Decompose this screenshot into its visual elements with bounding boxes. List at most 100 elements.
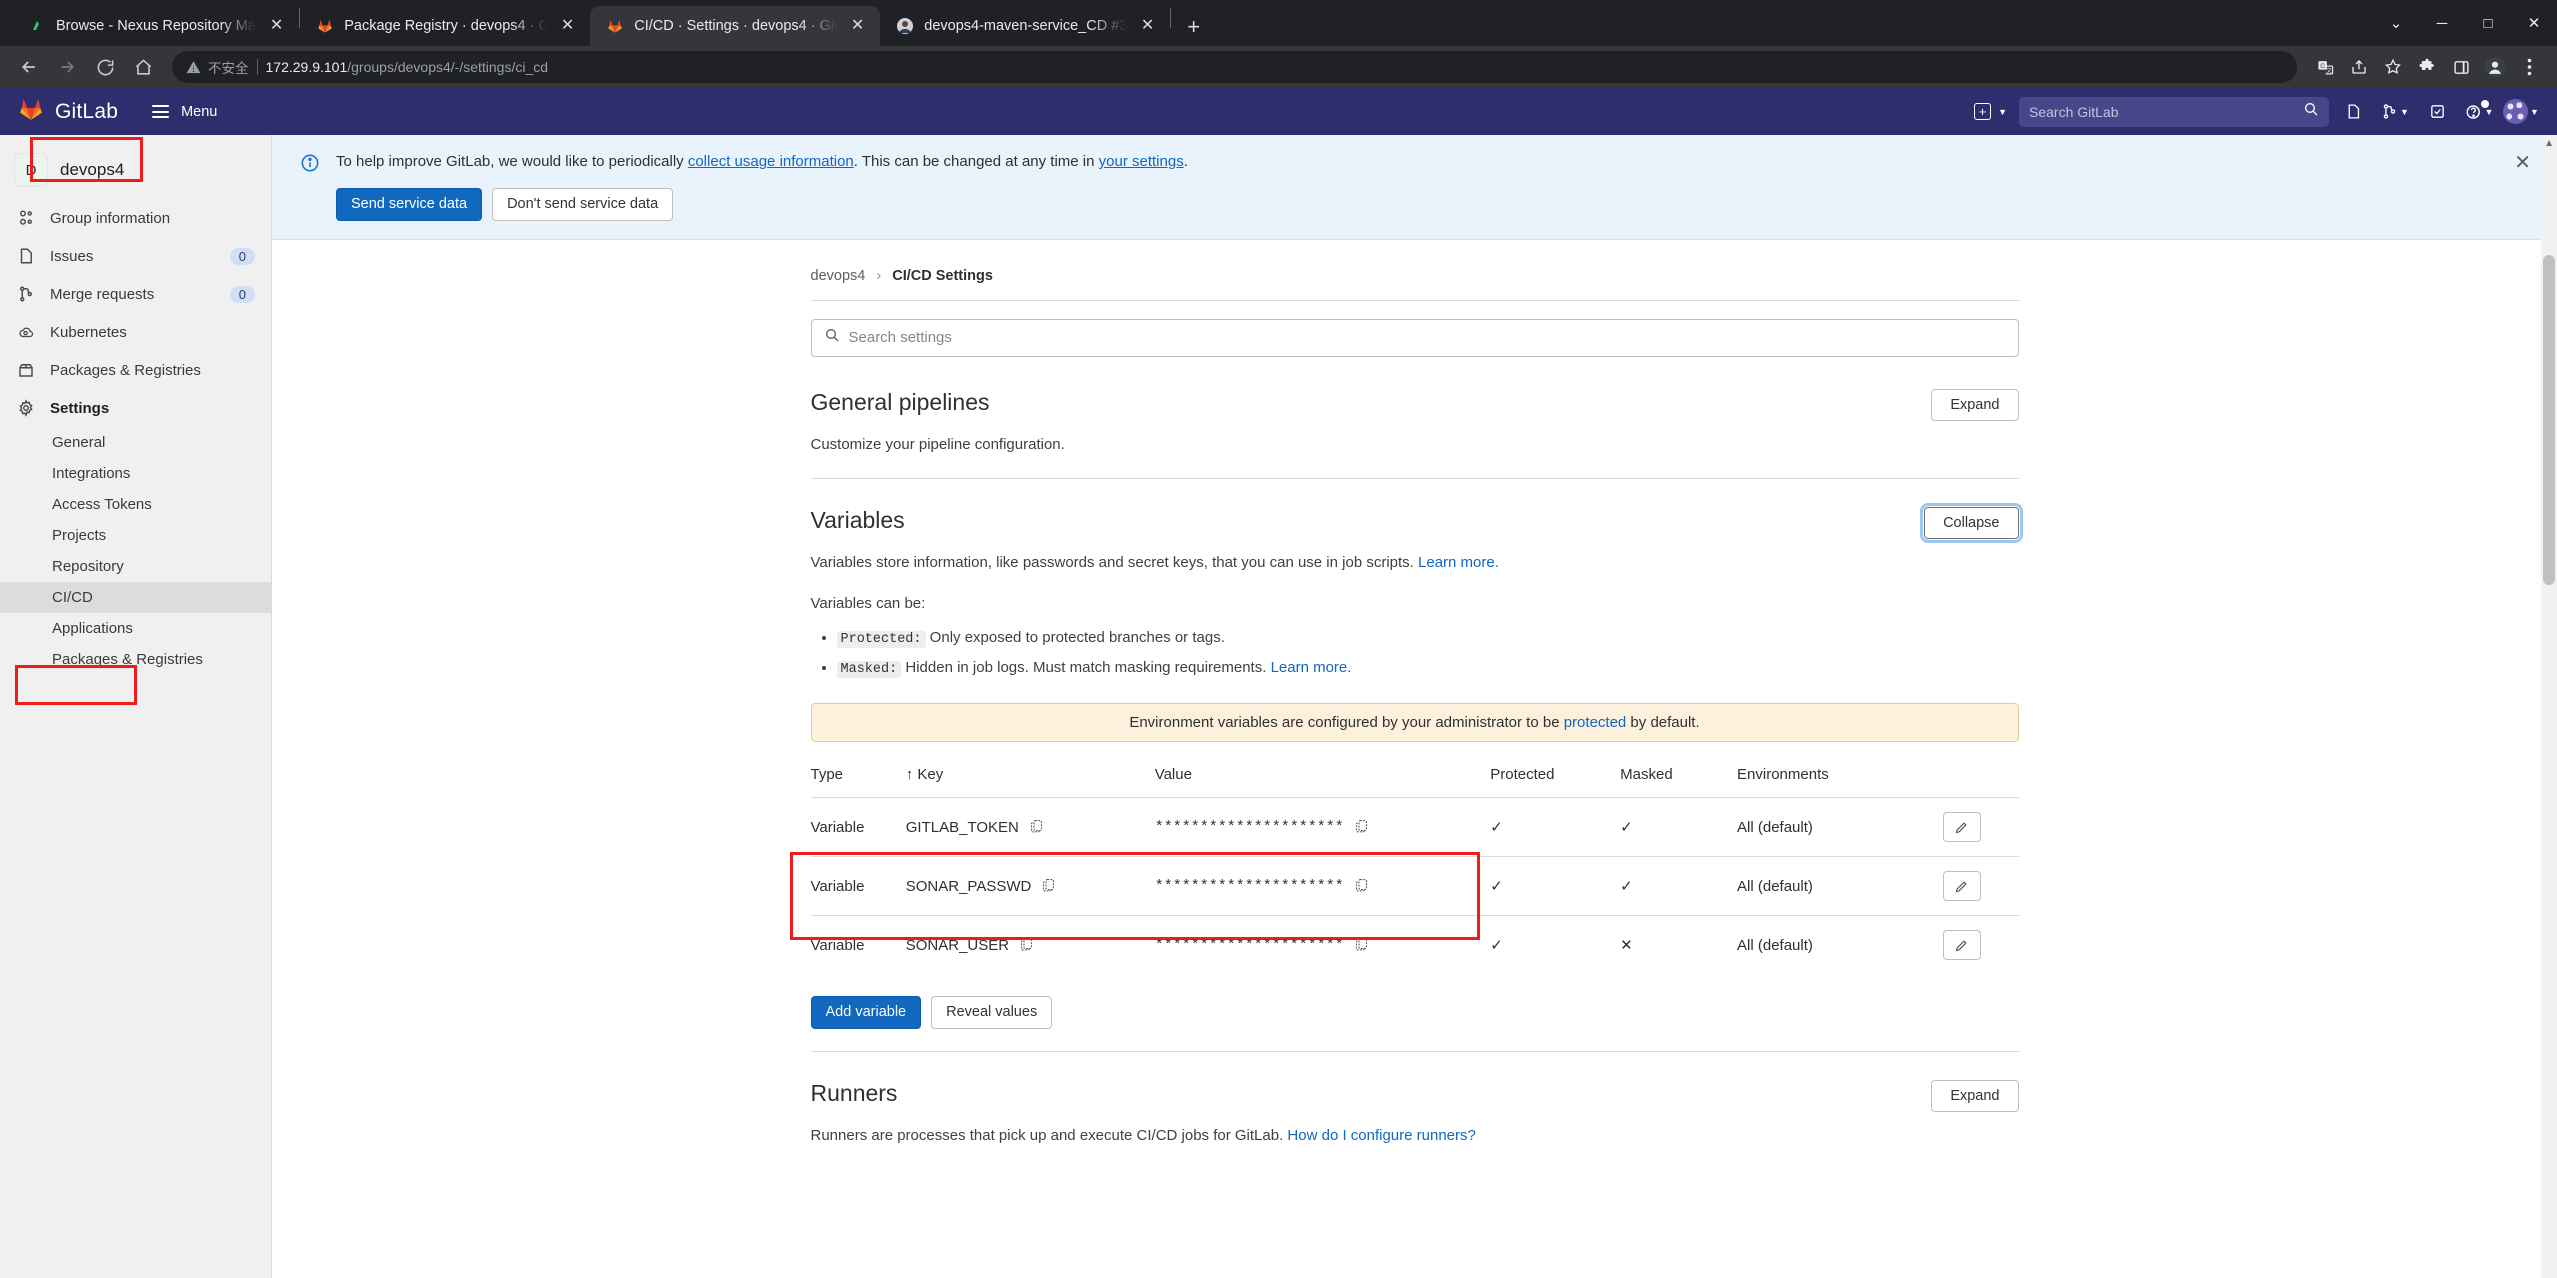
- search-input[interactable]: [2029, 103, 2295, 120]
- bookmark-star-icon[interactable]: [2377, 51, 2409, 83]
- sidebar-subitem-ci-cd[interactable]: CI/CD: [0, 582, 271, 613]
- sidebar-subitem-applications[interactable]: Applications: [0, 613, 271, 644]
- copy-icon[interactable]: [1041, 877, 1056, 896]
- collapse-variables-button[interactable]: Collapse: [1920, 503, 2023, 544]
- maximize-icon[interactable]: □: [2465, 0, 2511, 46]
- collect-usage-information-link[interactable]: collect usage information: [688, 153, 854, 170]
- dont-send-service-data-button[interactable]: Don't send service data: [492, 187, 674, 221]
- sidebar-group-context[interactable]: D devops4: [0, 143, 271, 199]
- breadcrumb-group-link[interactable]: devops4: [811, 268, 866, 284]
- translate-icon[interactable]: G文: [2309, 51, 2341, 83]
- column-header-key[interactable]: ↑ Key: [906, 766, 1155, 798]
- browser-tab-1[interactable]: Package Registry · devops4 · G ✕: [300, 6, 590, 46]
- profile-icon[interactable]: [2479, 51, 2511, 83]
- configure-runners-link[interactable]: How do I configure runners?: [1287, 1127, 1475, 1144]
- add-variable-button[interactable]: Add variable: [810, 996, 922, 1030]
- share-icon[interactable]: [2343, 51, 2375, 83]
- edit-icon[interactable]: [1942, 812, 1981, 843]
- browser-tab-2[interactable]: CI/CD · Settings · devops4 · Git ✕: [590, 6, 881, 46]
- runners-description-text: Runners are processes that pick up and e…: [810, 1127, 1288, 1145]
- close-window-icon[interactable]: ✕: [2511, 0, 2557, 46]
- security-warning[interactable]: 不安全: [186, 57, 249, 77]
- scroll-up-icon[interactable]: ▲: [2544, 138, 2554, 149]
- sidebar-item-merge-requests[interactable]: Merge requests 0: [0, 275, 271, 313]
- masked-learn-more-link[interactable]: Learn more.: [1271, 659, 1352, 676]
- user-avatar-icon: [896, 17, 914, 35]
- back-icon[interactable]: [12, 50, 46, 84]
- sidebar-subitem-general[interactable]: General: [0, 427, 271, 458]
- variables-learn-more-link[interactable]: Learn more.: [1418, 554, 1499, 571]
- more-vertical-icon[interactable]: [2513, 51, 2545, 83]
- merge-requests-icon: [16, 284, 36, 304]
- main-menu-button[interactable]: Menu: [152, 104, 217, 120]
- gitlab-home-link[interactable]: GitLab: [18, 96, 118, 127]
- search-settings-input[interactable]: [848, 329, 2006, 347]
- reload-icon[interactable]: [88, 50, 122, 84]
- copy-icon[interactable]: [1354, 818, 1369, 837]
- sidebar-item-packages-registries[interactable]: Packages & Registries: [0, 351, 271, 389]
- user-avatar[interactable]: ▼: [2503, 96, 2539, 128]
- close-icon[interactable]: ✕: [2514, 153, 2531, 173]
- browser-tab-3[interactable]: devops4-maven-service_CD #3 ✕: [880, 6, 1170, 46]
- browser-tabstrip: Browse - Nexus Repository Ma ✕ Package R…: [0, 0, 2557, 46]
- copy-icon[interactable]: [1029, 818, 1044, 837]
- cell-environments: All (default): [1737, 856, 1943, 916]
- sidebar-subitem-integrations[interactable]: Integrations: [0, 458, 271, 489]
- forward-icon[interactable]: [50, 50, 84, 84]
- edit-icon[interactable]: [1942, 930, 1981, 961]
- table-header-row: Type ↑ Key Value Protected Masked Enviro…: [811, 766, 2019, 798]
- sidebar-item-kubernetes[interactable]: Kubernetes: [0, 313, 271, 351]
- scrollbar-thumb[interactable]: [2543, 255, 2555, 585]
- group-icon: [16, 208, 36, 228]
- sidebar-item-settings[interactable]: Settings: [0, 389, 271, 427]
- merge-requests-icon[interactable]: ▼: [2377, 96, 2413, 128]
- breadcrumb-current: CI/CD Settings: [892, 267, 993, 284]
- global-search[interactable]: [2019, 96, 2329, 127]
- sidebar-subitem-projects[interactable]: Projects: [0, 520, 271, 551]
- address-bar[interactable]: 不安全 172.29.9.101/groups/devops4/-/settin…: [172, 51, 2297, 83]
- expand-runners-button[interactable]: Expand: [1931, 1080, 2019, 1113]
- section-header: Variables Collapse: [811, 503, 2023, 544]
- reveal-values-button[interactable]: Reveal values: [931, 996, 1053, 1030]
- edit-icon[interactable]: [1942, 871, 1981, 902]
- gitlab-logo-icon: [18, 96, 44, 127]
- expand-general-pipelines-button[interactable]: Expand: [1931, 388, 2019, 421]
- group-avatar: D: [14, 153, 48, 187]
- sidebar-item-group-information[interactable]: Group information: [0, 199, 271, 237]
- sidebar-subitem-access-tokens[interactable]: Access Tokens: [0, 489, 271, 520]
- cell-type: Variable: [810, 856, 906, 916]
- cell-type: Variable: [810, 797, 906, 857]
- create-new-button[interactable]: + ▼: [1968, 99, 2013, 124]
- side-panel-icon[interactable]: [2445, 51, 2477, 83]
- copy-icon[interactable]: [1354, 936, 1369, 955]
- runners-description: Runners are processes that pick up and e…: [811, 1125, 2019, 1148]
- security-label: 不安全: [208, 61, 249, 76]
- sidebar-subitem-repository[interactable]: Repository: [0, 551, 271, 582]
- search-settings-field[interactable]: [810, 318, 2019, 357]
- issues-icon[interactable]: [2335, 96, 2371, 128]
- sidebar-item-label: Settings: [50, 399, 110, 417]
- page-scrollbar[interactable]: ▲: [2541, 135, 2557, 1278]
- copy-icon[interactable]: [1019, 936, 1034, 955]
- chrome-more-icon[interactable]: ⌄: [2373, 0, 2419, 46]
- protected-link[interactable]: protected: [1564, 714, 1627, 731]
- copy-icon[interactable]: [1354, 877, 1369, 896]
- minimize-icon[interactable]: ─: [2419, 0, 2465, 46]
- close-icon[interactable]: ✕: [266, 16, 287, 36]
- todos-icon[interactable]: [2419, 96, 2455, 128]
- bullet-masked: Masked: Hidden in job logs. Must match m…: [836, 656, 2019, 681]
- help-icon[interactable]: ▼: [2461, 96, 2497, 128]
- close-icon[interactable]: ✕: [847, 16, 868, 36]
- close-icon[interactable]: ✕: [557, 16, 578, 36]
- your-settings-link[interactable]: your settings: [1099, 153, 1184, 170]
- extensions-puzzle-icon[interactable]: [2411, 51, 2443, 83]
- home-icon[interactable]: [126, 50, 160, 84]
- section-title: Runners: [810, 1080, 898, 1107]
- gitlab-icon: [606, 17, 624, 35]
- sidebar-item-issues[interactable]: Issues 0: [0, 237, 271, 275]
- close-icon[interactable]: ✕: [1137, 16, 1158, 36]
- sidebar-subitem-packages-registries[interactable]: Packages & Registries: [0, 644, 271, 675]
- new-tab-button[interactable]: +: [1171, 16, 1216, 38]
- send-service-data-button[interactable]: Send service data: [336, 187, 483, 221]
- browser-tab-0[interactable]: Browse - Nexus Repository Ma ✕: [12, 6, 299, 46]
